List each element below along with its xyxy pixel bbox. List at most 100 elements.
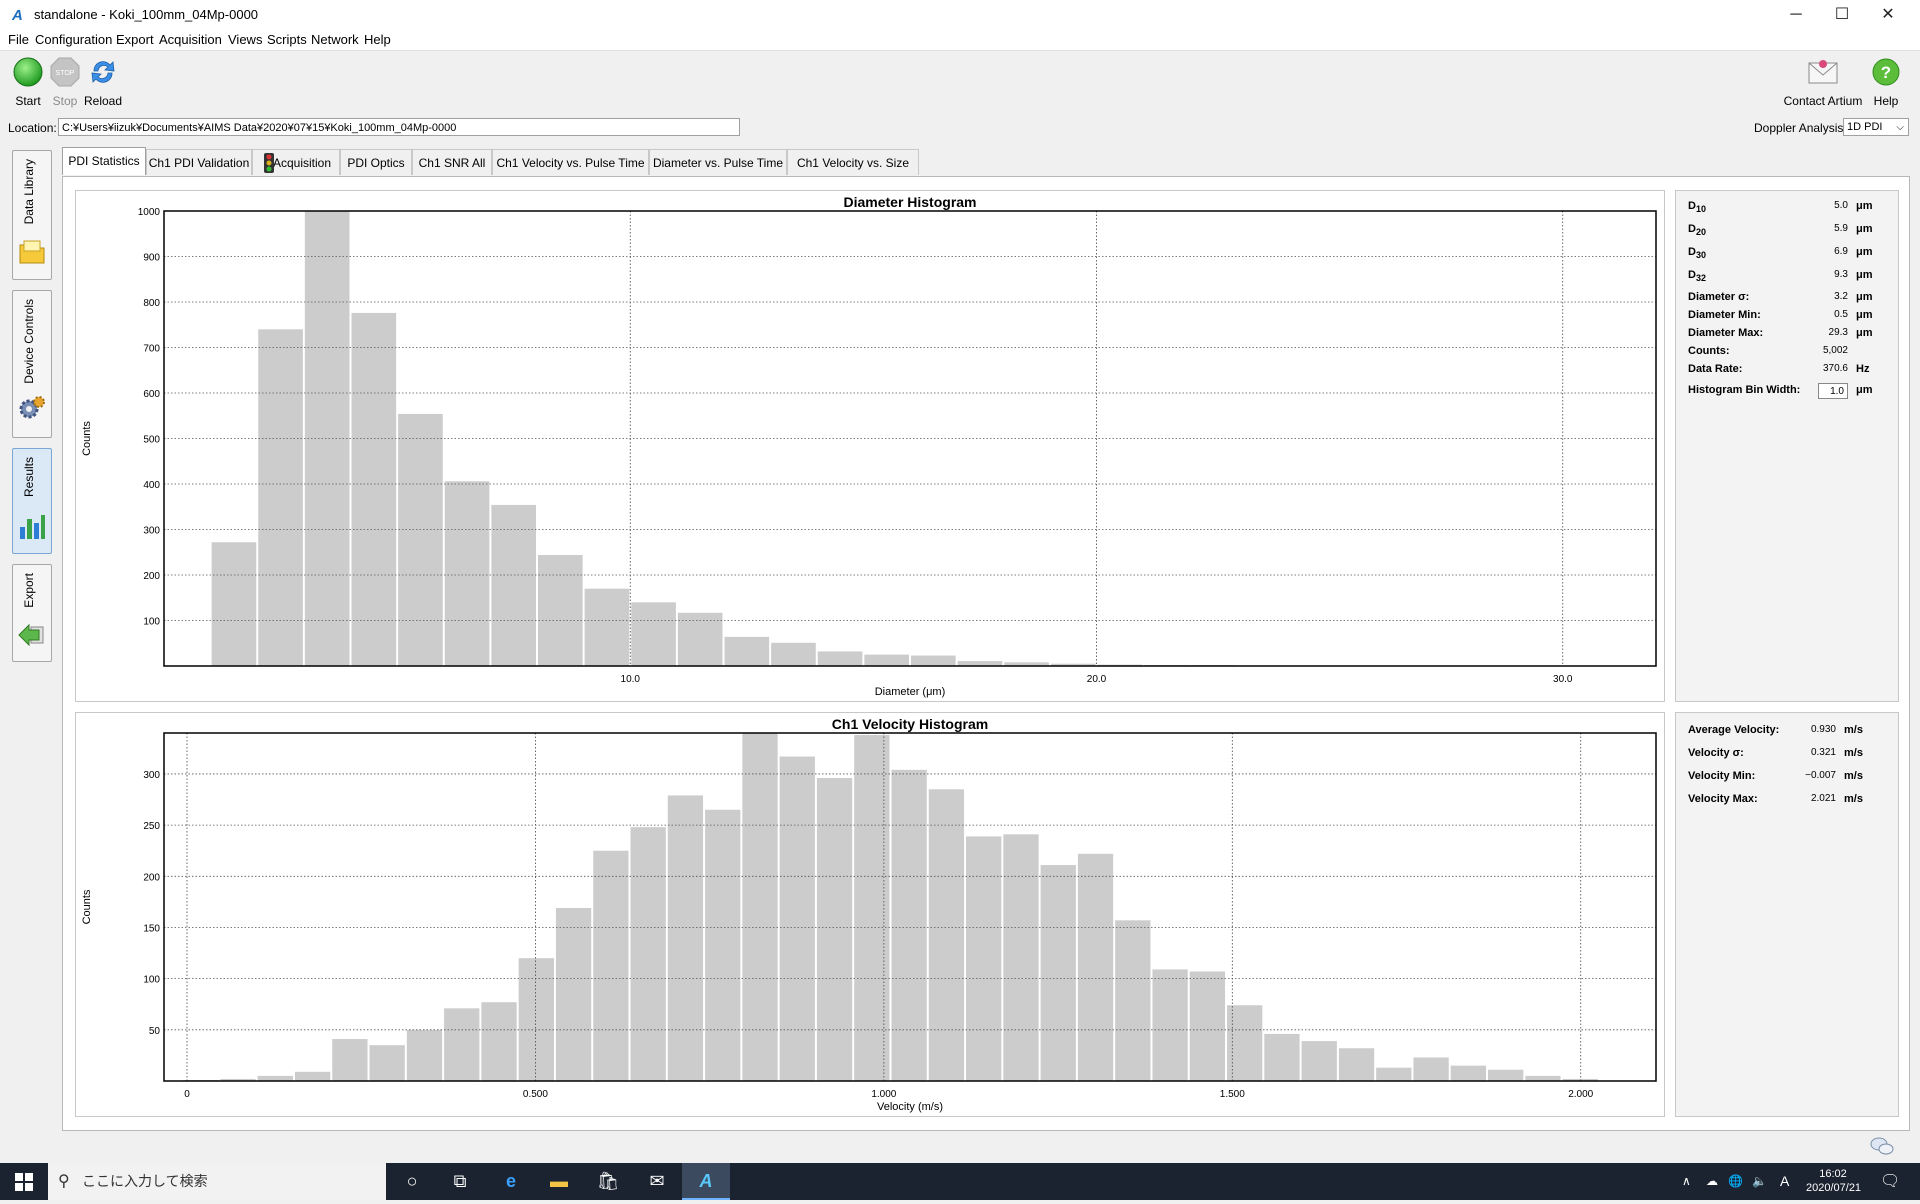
help-button[interactable]: ? Help [1868,57,1904,108]
average-velocity-value: 0.930 [1811,724,1836,735]
doppler-analysis-select[interactable]: 1D PDI ⌵ [1843,118,1909,136]
ime-indicator[interactable]: A [1780,1163,1789,1200]
chat-bubbles-icon[interactable] [1868,1134,1896,1158]
velocity-histogram-bar [444,1008,479,1081]
average-velocity-unit: m/s [1844,724,1874,736]
diameter-histogram-y-axis-label: Counts [81,421,93,456]
edge-browser-icon[interactable]: e [487,1163,535,1200]
tab-acquisition[interactable]: Acquisition [252,149,340,175]
start-label: Start [8,94,48,108]
sidenav-data-library[interactable]: Data Library [12,150,52,280]
taskbar-search-placeholder: ここに入力して検索 [82,1163,208,1200]
velocity-histogram-bar [519,958,554,1081]
d20-value: 5.9 [1834,223,1848,234]
tab-diameter-vs-pulse-time[interactable]: Diameter vs. Pulse Time [649,149,787,175]
reload-icon [88,57,118,87]
velocity-sigma-unit: m/s [1844,747,1874,759]
task-view-icon[interactable]: ⧉ [436,1163,484,1200]
minimize-button[interactable]: ─ [1773,0,1819,30]
sidenav-export-label: Export [22,573,42,608]
data-rate-row: Data Rate: 370.6 Hz [1688,363,1886,381]
cortana-icon[interactable]: ○ [388,1163,436,1200]
windows-start-icon[interactable] [0,1163,48,1200]
diameter-histogram-y-tick-label: 600 [143,389,160,400]
diameter-min-unit: μm [1856,309,1886,321]
velocity-min-row: Velocity Min: −0.007 m/s [1688,770,1874,788]
velocity-histogram-y-tick-label: 200 [143,872,160,883]
menu-network[interactable]: Network [311,32,359,47]
gears-icon [17,393,47,423]
velocity-histogram-bar [1413,1057,1448,1081]
diameter-histogram-x-axis-label: Diameter (μm) [875,686,946,698]
diameter-histogram-x-tick-label: 30.0 [1553,674,1573,685]
doppler-analysis-label: Doppler Analysis: [1754,121,1847,135]
menu-acquisition[interactable]: Acquisition [159,32,222,47]
tab-ch1-snr-all[interactable]: Ch1 SNR All [412,149,492,175]
sidenav-device-controls[interactable]: Device Controls [12,290,52,438]
volume-icon[interactable]: 🔈 [1752,1163,1767,1200]
aims-app-taskbar-icon[interactable]: A [682,1163,730,1200]
help-icon: ? [1871,57,1901,87]
diameter-histogram-bar [352,313,397,666]
tray-chevron-up-icon[interactable]: ∧ [1682,1163,1691,1200]
taskbar-search-box[interactable]: ⚲ ここに入力して検索 [48,1163,386,1200]
tab-acquisition-label: Acquisition [273,156,331,170]
file-explorer-icon[interactable]: ▬ [535,1163,583,1200]
contact-artium-button[interactable]: Contact Artium [1778,57,1868,108]
velocity-histogram-x-tick-label: 0 [184,1089,190,1100]
diameter-histogram-bar [771,643,816,666]
maximize-button[interactable]: ☐ [1819,0,1865,30]
tab-pdi-statistics[interactable]: PDI Statistics [62,147,146,175]
tab-ch1-velocity-vs-size[interactable]: Ch1 Velocity vs. Size [787,149,919,175]
help-label: Help [1868,94,1904,108]
menu-configuration[interactable]: Configuration [35,32,112,47]
velocity-min-unit: m/s [1844,770,1874,782]
menu-file[interactable]: File [8,32,29,47]
stop-button[interactable]: STOP Stop [45,57,85,108]
start-button[interactable]: Start [8,57,48,108]
histogram-bin-width-input[interactable]: 1.0 [1818,383,1848,399]
velocity-histogram-bar [1003,834,1038,1081]
pdi-statistics-panel: 100200300400500600700800900100010.020.03… [62,176,1910,1131]
velocity-histogram-bar [1302,1041,1337,1081]
reload-button[interactable]: Reload [83,57,123,108]
location-field[interactable]: C:¥Users¥iizuk¥Documents¥AIMS Data¥2020¥… [58,118,740,136]
mail-icon[interactable]: ✉ [633,1163,681,1200]
diameter-histogram-y-tick-label: 400 [143,480,160,491]
velocity-histogram-bar [332,1039,367,1081]
sidenav-device-controls-label: Device Controls [22,299,42,384]
taskbar: ⚲ ここに入力して検索 ○ ⧉ e ▬ 🛍 ✉ A ∧ ☁ 🌐 🔈 A 16:0… [0,1163,1920,1200]
velocity-min-value: −0.007 [1805,770,1836,781]
diameter-histogram-bar [212,542,257,666]
menu-views[interactable]: Views [228,32,262,47]
store-icon[interactable]: 🛍 [584,1163,632,1200]
diameter-histogram-x-tick-label: 20.0 [1087,674,1107,685]
onedrive-icon[interactable]: ☁ [1706,1163,1718,1200]
diameter-histogram-frame: 100200300400500600700800900100010.020.03… [75,190,1665,702]
velocity-sigma-label: Velocity σ: [1688,747,1744,759]
diameter-min-label: Diameter Min: [1688,309,1761,321]
d32-label: D32 [1688,269,1706,283]
menu-help[interactable]: Help [364,32,391,47]
taskbar-clock[interactable]: 16:02 2020/07/21 [1806,1163,1860,1204]
velocity-histogram-title: Ch1 Velocity Histogram [832,716,988,732]
menu-export[interactable]: Export [116,32,154,47]
menu-bar: File Configuration Export Acquisition Vi… [0,30,1920,51]
counts-label: Counts: [1688,345,1730,357]
sidenav-results[interactable]: Results [12,448,52,554]
average-velocity-row: Average Velocity: 0.930 m/s [1688,724,1874,742]
folder-icon [17,237,47,267]
notification-icon[interactable]: 🗨 [1880,1163,1900,1200]
tab-ch1-velocity-vs-pulse-time[interactable]: Ch1 Velocity vs. Pulse Time [492,149,649,175]
network-globe-icon[interactable]: 🌐 [1728,1163,1743,1200]
velocity-histogram-x-axis-label: Velocity (m/s) [877,1101,943,1113]
sidenav-export[interactable]: Export [12,564,52,662]
menu-scripts[interactable]: Scripts [267,32,307,47]
export-arrow-icon [17,619,47,649]
tab-ch1-pdi-validation[interactable]: Ch1 PDI Validation [146,149,252,175]
tab-pdi-optics[interactable]: PDI Optics [340,149,412,175]
d10-label: D10 [1688,200,1706,214]
d30-unit: μm [1856,246,1886,258]
close-button[interactable]: ✕ [1865,0,1911,30]
location-label: Location: [8,121,57,135]
